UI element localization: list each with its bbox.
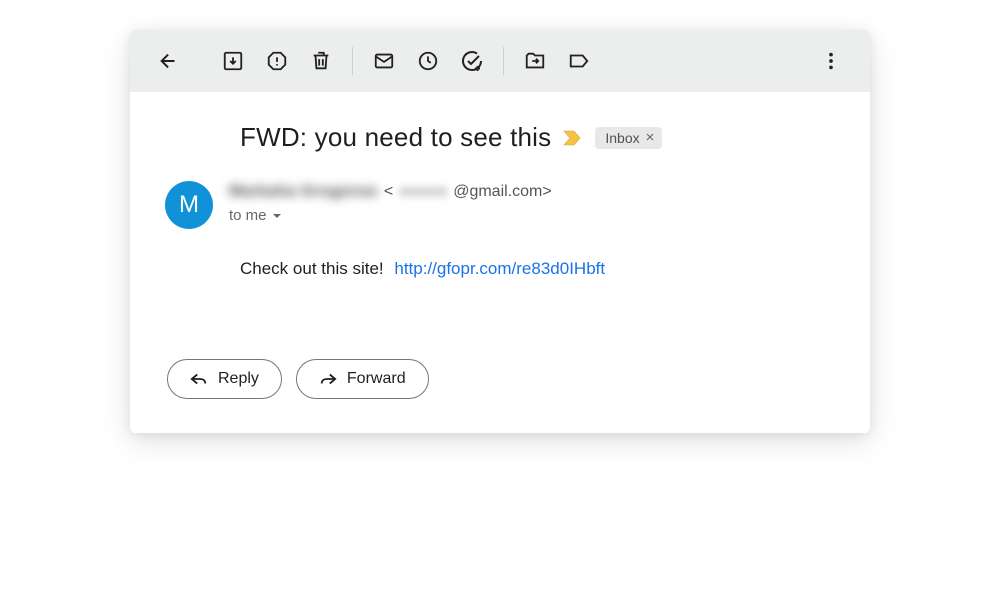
report-spam-icon [266, 50, 288, 72]
remove-label-icon[interactable]: × [646, 130, 655, 145]
labels-icon [567, 50, 591, 72]
labels-button[interactable] [560, 42, 598, 80]
sender-name: Markaha Grogense [229, 183, 378, 201]
back-button[interactable] [150, 42, 188, 80]
toolbar-divider [352, 47, 353, 75]
more-icon [820, 50, 842, 72]
mark-unread-icon [372, 50, 396, 72]
add-to-tasks-button[interactable] [453, 42, 491, 80]
email-bracket: < [384, 183, 393, 201]
email-content: FWD: you need to see this Inbox × M Mark… [130, 92, 870, 433]
report-spam-button[interactable] [258, 42, 296, 80]
sender-email-domain: @gmail.com> [453, 183, 552, 201]
more-button[interactable] [812, 42, 850, 80]
email-window: FWD: you need to see this Inbox × M Mark… [130, 30, 870, 433]
snooze-icon [417, 50, 439, 72]
sender-email-local: xxxxxx [399, 183, 447, 201]
inbox-label-chip[interactable]: Inbox × [595, 127, 662, 149]
move-to-icon [523, 50, 547, 72]
move-to-button[interactable] [516, 42, 554, 80]
mark-unread-button[interactable] [365, 42, 403, 80]
archive-icon [222, 50, 244, 72]
subject-row: FWD: you need to see this Inbox × [240, 122, 835, 153]
back-icon [158, 50, 180, 72]
forward-icon [319, 371, 337, 387]
add-to-tasks-icon [460, 49, 484, 73]
toolbar-divider [503, 47, 504, 75]
recipient-line[interactable]: to me [229, 207, 552, 224]
chevron-down-icon [271, 210, 283, 222]
reply-label: Reply [218, 370, 259, 388]
recipient-text: to me [229, 207, 267, 224]
actions-row: Reply Forward [167, 359, 835, 399]
email-toolbar [130, 30, 870, 92]
avatar-letter: M [179, 191, 199, 219]
label-chip-text: Inbox [605, 130, 639, 146]
snooze-button[interactable] [409, 42, 447, 80]
reply-icon [190, 371, 208, 387]
forward-label: Forward [347, 370, 406, 388]
delete-icon [310, 50, 332, 72]
sender-info: Markaha Grogense < xxxxxx @gmail.com> to m… [229, 181, 552, 224]
email-body: Check out this site! http://gfopr.com/re… [240, 259, 835, 279]
forward-button[interactable]: Forward [296, 359, 429, 399]
body-link[interactable]: http://gfopr.com/re83d0IHbft [394, 259, 605, 278]
delete-button[interactable] [302, 42, 340, 80]
reply-button[interactable]: Reply [167, 359, 282, 399]
avatar[interactable]: M [165, 181, 213, 229]
body-text: Check out this site! [240, 259, 384, 278]
archive-button[interactable] [214, 42, 252, 80]
email-subject: FWD: you need to see this [240, 122, 551, 153]
sender-line: Markaha Grogense < xxxxxx @gmail.com> [229, 183, 552, 201]
important-marker-icon[interactable] [563, 130, 583, 146]
sender-row: M Markaha Grogense < xxxxxx @gmail.com> to… [165, 181, 835, 229]
